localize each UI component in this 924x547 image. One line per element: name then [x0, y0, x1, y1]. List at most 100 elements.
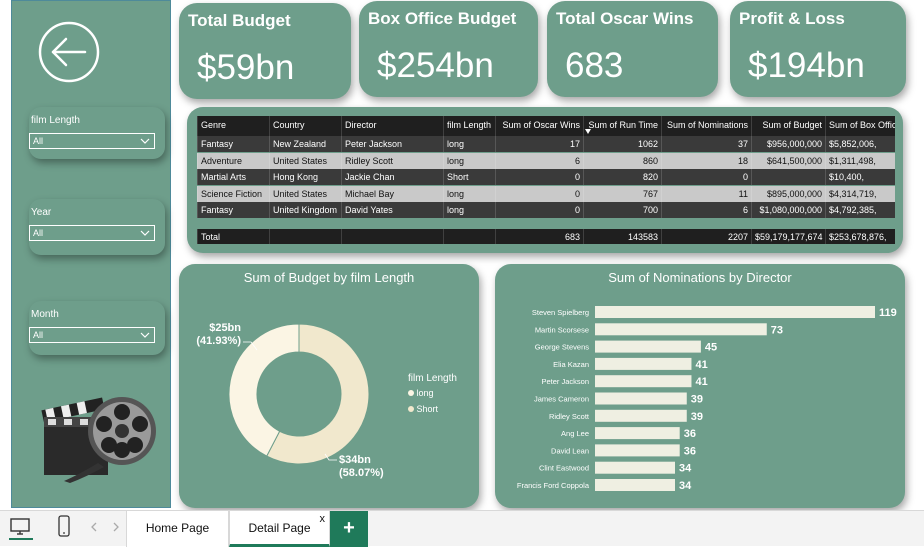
table-cell: Martial Arts — [197, 169, 269, 185]
table-row[interactable]: Fantasy New Zealand Peter Jackson long 17 106… — [197, 136, 895, 152]
sort-descending-icon — [585, 129, 591, 134]
close-tab-icon[interactable]: x — [320, 502, 326, 536]
column-header[interactable]: Director — [341, 116, 443, 136]
column-header[interactable]: Country — [269, 116, 341, 136]
table-cell: $10,400, — [825, 169, 895, 185]
table-row[interactable]: Fantasy United Kingdom David Yates long 0 700… — [197, 202, 895, 218]
sidebar: film Length All Year All Month All — [11, 0, 171, 508]
table-cell: $5,852,006, — [825, 136, 895, 152]
category-label: James Cameron — [534, 395, 589, 404]
slicer-title: film Length — [31, 115, 80, 126]
bar[interactable] — [595, 392, 687, 405]
table-row[interactable]: Martial Arts Hong Kong Jackie Chan Short 0 82… — [197, 169, 895, 185]
category-label: George Stevens — [535, 343, 589, 352]
chevron-down-icon — [140, 332, 150, 338]
table-cell: New Zealand — [269, 136, 341, 152]
table-cell: $1,080,000,000 — [751, 202, 825, 218]
kpi-title: Total Oscar Wins — [556, 9, 694, 28]
kpi-card-box-office-budget: Box Office Budget $254bn — [359, 1, 538, 97]
bar[interactable] — [595, 340, 701, 353]
bar[interactable] — [595, 375, 692, 388]
bar[interactable] — [595, 409, 687, 422]
category-label: Clint Eastwood — [539, 464, 589, 473]
table-cell: long — [443, 136, 495, 152]
table-cell: 767 — [583, 185, 661, 202]
column-header-sorted[interactable]: Sum of Run Time — [583, 116, 661, 136]
table-cell: United States — [269, 185, 341, 202]
category-label: Steven Spielberg — [532, 308, 589, 317]
legend-marker-icon — [408, 406, 414, 412]
table-cell: 0 — [495, 169, 583, 185]
dropdown-value: All — [33, 330, 44, 340]
data-label-value: $34bn — [339, 454, 371, 466]
data-label: 73 — [771, 324, 783, 336]
table-cell: long — [443, 202, 495, 218]
year-dropdown[interactable]: All — [29, 225, 155, 241]
kpi-card-total-budget: Total Budget $59bn — [179, 3, 351, 99]
table-cell: 18 — [661, 152, 751, 169]
table-cell: 11 — [661, 185, 751, 202]
data-label-short: $34bn (58.07%) — [339, 454, 399, 480]
desktop-layout-icon[interactable] — [9, 517, 31, 537]
table-cell: Ridley Scott — [341, 152, 443, 169]
mobile-layout-icon[interactable] — [58, 515, 70, 537]
table-cell: 860 — [583, 152, 661, 169]
film-length-dropdown[interactable]: All — [29, 133, 155, 149]
month-dropdown[interactable]: All — [29, 327, 155, 343]
legend-label: long — [416, 388, 434, 398]
table-cell: 1062 — [583, 136, 661, 152]
table-cell: 6 — [495, 152, 583, 169]
kpi-value: $194bn — [748, 46, 865, 85]
column-header[interactable]: Sum of Box Office — [825, 116, 895, 136]
table-cell: Fantasy — [197, 202, 269, 218]
table-total-row: Total 683 143583 2207 $59,179,177,674 $2… — [197, 229, 895, 244]
table-cell: Short — [443, 169, 495, 185]
category-label: David Lean — [551, 446, 589, 455]
total-label: Total — [197, 229, 269, 244]
bar[interactable] — [595, 323, 767, 336]
dropdown-value: All — [33, 136, 44, 146]
legend-marker-icon — [408, 390, 414, 396]
table-cell — [269, 229, 341, 244]
legend-item-short[interactable]: Short — [408, 404, 457, 414]
tab-detail-page[interactable]: Detail Page x — [229, 511, 330, 547]
scroll-left-icon[interactable] — [90, 522, 98, 532]
data-label-long: $25bn (41.93%) — [191, 322, 241, 348]
bar[interactable] — [595, 427, 680, 440]
detail-table[interactable]: Genre Country Director film Length Sum o… — [197, 116, 895, 244]
column-header[interactable]: Sum of Budget — [751, 116, 825, 136]
table-cell: Jackie Chan — [341, 169, 443, 185]
column-header[interactable]: Sum of Nominations — [661, 116, 751, 136]
legend-label: Short — [416, 404, 439, 414]
table-cell: $4,792,385, — [825, 202, 895, 218]
category-label: Elia Kazan — [553, 360, 589, 369]
table-cell: David Yates — [341, 202, 443, 218]
table-cell — [341, 229, 443, 244]
table-row[interactable]: Adventure United States Ridley Scott long 6 8… — [197, 152, 895, 169]
slicer-year: Year All — [29, 199, 165, 255]
tab-home-page[interactable]: Home Page — [126, 511, 229, 547]
column-header[interactable]: Sum of Oscar Wins — [495, 116, 583, 136]
bar[interactable] — [595, 444, 680, 457]
column-header[interactable]: film Length — [443, 116, 495, 136]
bar[interactable] — [595, 357, 692, 370]
legend-item-long[interactable]: long — [408, 388, 457, 398]
scroll-right-icon[interactable] — [112, 522, 120, 532]
kpi-card-profit-loss: Profit & Loss $194bn — [730, 1, 906, 97]
back-arrow-icon[interactable] — [38, 21, 100, 83]
add-page-button[interactable]: + — [330, 511, 368, 547]
chevron-down-icon — [140, 230, 150, 236]
bar-chart[interactable]: Steven Spielberg 119 Martin Scorsese 73 Geor… — [495, 264, 905, 508]
category-label: Francis Ford Coppola — [517, 481, 590, 490]
bar[interactable] — [595, 306, 875, 318]
kpi-title: Box Office Budget — [368, 9, 517, 28]
legend: film Length long Short — [408, 373, 457, 414]
column-header[interactable]: Genre — [197, 116, 269, 136]
table-row[interactable]: Science Fiction United States Michael Bay l… — [197, 185, 895, 202]
chevron-down-icon — [140, 138, 150, 144]
bar[interactable] — [595, 479, 675, 491]
table-cell — [751, 169, 825, 185]
report-canvas: film Length All Year All Month All Total… — [0, 0, 924, 510]
total-cell: 683 — [495, 229, 583, 244]
bar[interactable] — [595, 461, 675, 474]
